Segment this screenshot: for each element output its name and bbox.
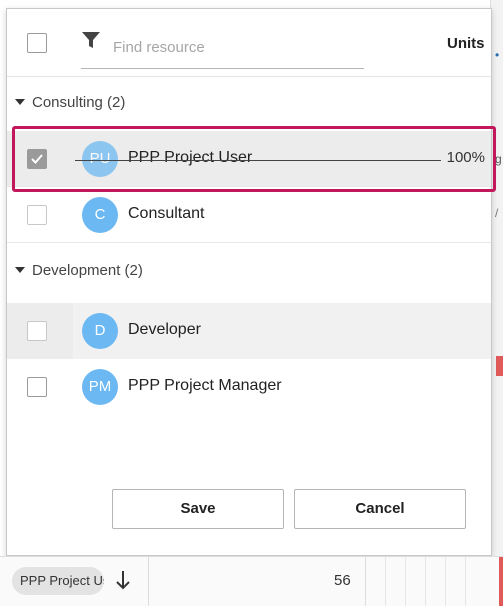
resource-checkbox[interactable] xyxy=(27,321,47,341)
resource-name: Developer xyxy=(128,321,201,338)
column-divider xyxy=(365,557,366,606)
resource-checkbox[interactable] xyxy=(27,205,47,225)
background-text: g xyxy=(495,152,502,166)
background-assignment-row: PPP Project User 56 xyxy=(0,556,503,606)
units-column-header[interactable]: Units xyxy=(447,35,485,52)
cancel-button[interactable]: Cancel xyxy=(294,489,466,529)
column-divider xyxy=(148,557,149,606)
group-label: Development (2) xyxy=(32,262,143,279)
save-button[interactable]: Save xyxy=(112,489,284,529)
group-header-consulting[interactable]: Consulting (2) xyxy=(7,79,491,129)
background-marker: • xyxy=(495,48,500,62)
resource-row-developer[interactable]: D Developer xyxy=(7,303,491,359)
avatar: PM xyxy=(82,369,118,405)
assignment-value: 56 xyxy=(334,572,351,589)
resource-name: Consultant xyxy=(128,205,205,222)
resource-row-consultant[interactable]: C Consultant xyxy=(7,187,491,243)
group-label: Consulting (2) xyxy=(32,94,126,111)
selection-outline xyxy=(12,126,496,192)
resource-picker-panel: Units Consulting (2) PU PPP Project User… xyxy=(6,8,492,556)
picker-header: Units xyxy=(7,9,491,77)
caret-down-icon[interactable] xyxy=(15,267,25,273)
background-bar xyxy=(496,356,503,376)
resource-checkbox[interactable] xyxy=(27,377,47,397)
avatar: D xyxy=(82,313,118,349)
resource-row-ppp-project-manager[interactable]: PM PPP Project Manager xyxy=(7,359,491,415)
resource-chip[interactable]: PPP Project User xyxy=(12,567,104,595)
arrow-down-icon[interactable] xyxy=(114,569,132,591)
today-marker xyxy=(499,557,503,606)
select-all-checkbox[interactable] xyxy=(27,33,47,53)
background-text: / xyxy=(495,206,499,220)
caret-down-icon[interactable] xyxy=(15,99,25,105)
avatar: C xyxy=(82,197,118,233)
group-header-development[interactable]: Development (2) xyxy=(7,247,491,297)
resource-name: PPP Project Manager xyxy=(128,377,282,394)
search-input[interactable] xyxy=(81,27,364,69)
